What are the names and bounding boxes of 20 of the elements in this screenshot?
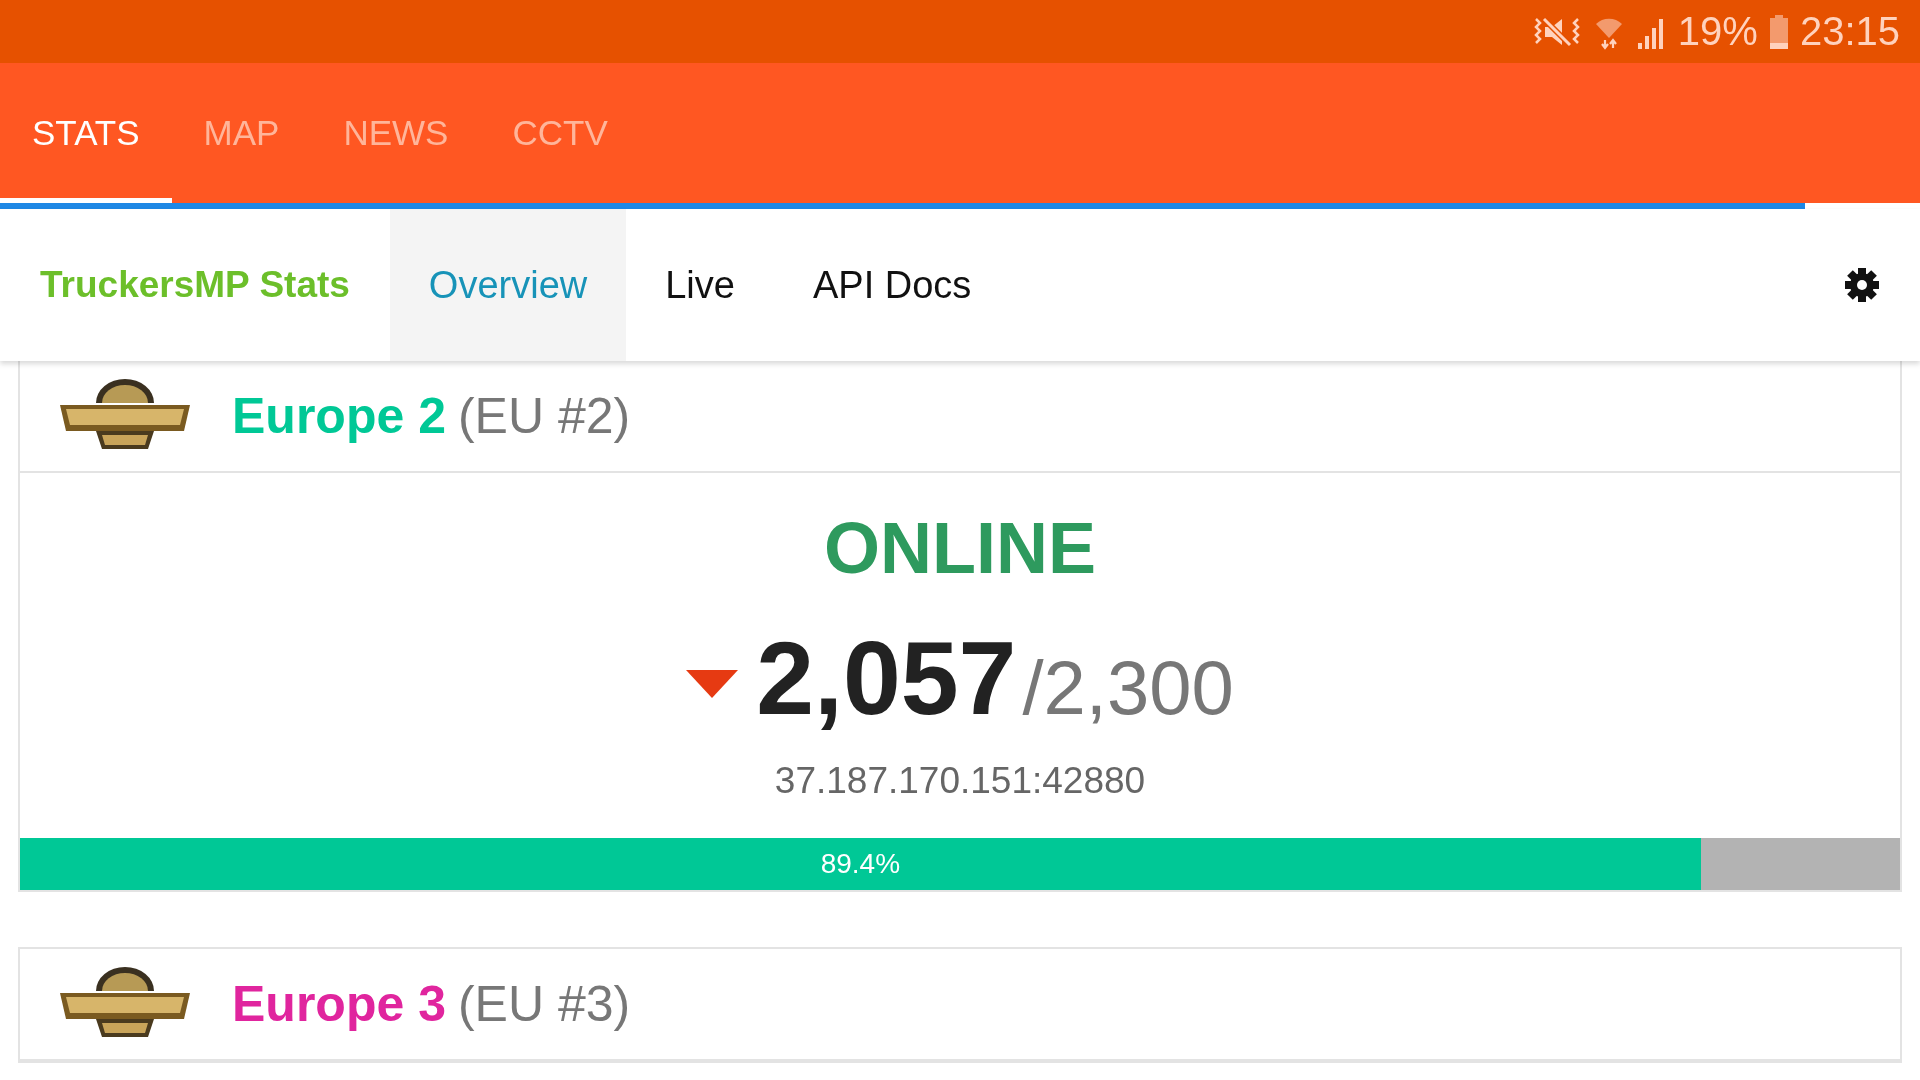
player-capacity: /2,300 bbox=[1022, 644, 1234, 731]
server-name: Europe 2 bbox=[232, 387, 446, 445]
progress-label: 89.4% bbox=[819, 848, 902, 880]
tab[interactable]: MAP bbox=[171, 63, 312, 203]
settings-icon[interactable] bbox=[1844, 267, 1880, 303]
server-address: 37.187.170.151:42880 bbox=[774, 760, 1146, 802]
tab[interactable]: CCTV bbox=[480, 63, 640, 203]
battery-icon bbox=[1769, 14, 1788, 49]
nav-link[interactable]: Overview bbox=[389, 209, 627, 361]
player-count: 2,057 bbox=[756, 619, 1017, 738]
server-name: Europe 3 bbox=[232, 975, 446, 1033]
nav-link[interactable]: API Docs bbox=[773, 209, 1011, 361]
nav-link[interactable]: Live bbox=[626, 209, 774, 361]
brand-link[interactable]: TruckersMP Stats bbox=[0, 264, 390, 306]
server-code: (EU #3) bbox=[457, 975, 631, 1033]
battery-percent: 19% bbox=[1677, 9, 1758, 54]
server-code: (EU #2) bbox=[457, 387, 631, 445]
server-status: ONLINE bbox=[824, 507, 1096, 589]
clock: 23:15 bbox=[1799, 9, 1900, 54]
tab[interactable]: NEWS bbox=[311, 63, 481, 203]
